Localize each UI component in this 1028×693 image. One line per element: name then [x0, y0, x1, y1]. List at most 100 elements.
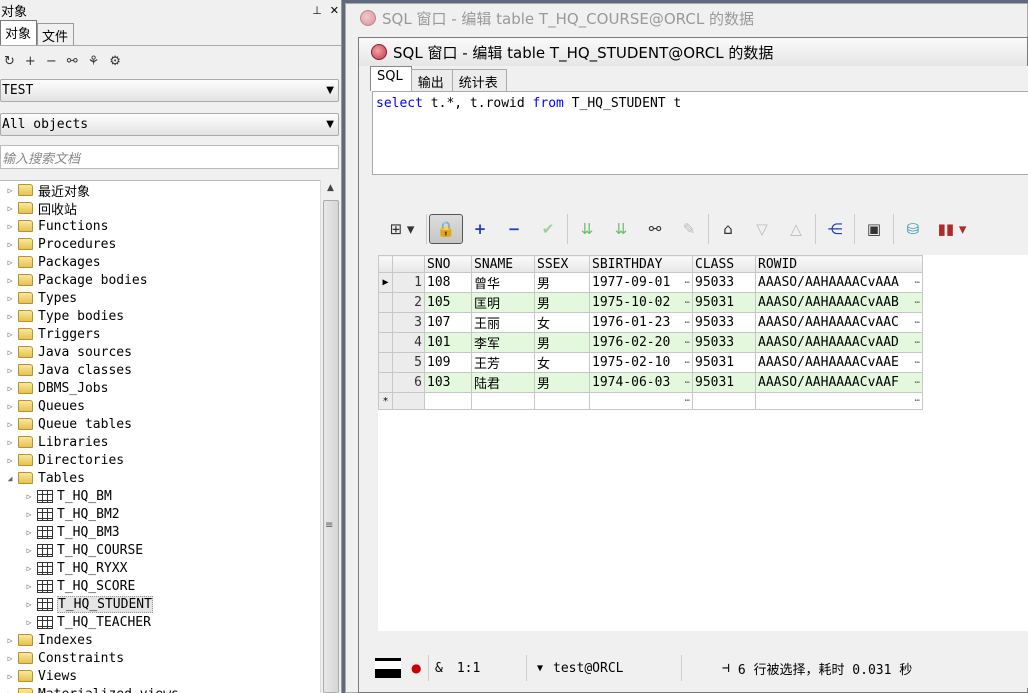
tree-item-folder[interactable]: ▷ Queue tables	[0, 415, 320, 433]
column-header[interactable]: SNO	[424, 255, 472, 273]
lock-icon[interactable]: 🔒	[429, 214, 463, 244]
grid-cell[interactable]: 108	[424, 272, 472, 293]
expand-icon[interactable]: ▷	[24, 600, 34, 609]
table-row[interactable]: 2 105 匡明 男 1975-10-02 ⋯ 95031 AAASO/AAHAAAACvAA…	[378, 292, 923, 313]
tree-item-folder[interactable]: ▷ 最近对象	[0, 181, 320, 200]
grid-cell[interactable]: AAASO/AAHAAAACvAAF ⋯	[755, 372, 923, 393]
last-page-icon[interactable]: ⇊	[604, 214, 638, 244]
ellipsis-button[interactable]: ⋯	[912, 396, 920, 406]
tree-item-folder[interactable]: ▷ Type bodies	[0, 307, 320, 325]
collapse-icon[interactable]: ◢	[5, 474, 15, 483]
export-icon[interactable]: ⛁	[896, 214, 930, 244]
grid-cell[interactable]: 陆君	[471, 372, 535, 393]
expand-icon[interactable]: ▷	[5, 420, 15, 429]
tree-item-folder[interactable]: ▷ Directories	[0, 451, 320, 469]
expand-icon[interactable]: ▷	[5, 258, 15, 267]
expand-icon[interactable]: ▷	[24, 528, 34, 537]
expand-icon[interactable]: ▷	[5, 654, 15, 663]
background-window-titlebar[interactable]: SQL 窗口 - 编辑 table T_HQ_COURSE@ORCL 的数据	[346, 4, 1027, 32]
tree-item-folder[interactable]: ◢ Tables	[0, 469, 320, 487]
scroll-thumb[interactable]	[323, 200, 339, 693]
tree-item-folder[interactable]: ▷ Procedures	[0, 235, 320, 253]
ellipsis-button[interactable]: ⋯	[682, 318, 690, 328]
link-icon[interactable]: ⋲	[818, 214, 852, 244]
tab-statistics[interactable]: 统计表	[451, 69, 507, 91]
grid-cell[interactable]	[692, 392, 756, 410]
expand-icon[interactable]: ▷	[24, 582, 34, 591]
scroll-up-icon[interactable]: ▲	[321, 180, 340, 198]
table-row[interactable]: 3 107 王丽 女 1976-01-23 ⋯ 95033 AAASO/AAHAAAACvAA…	[378, 312, 923, 333]
tree-item-table[interactable]: ▷ T_HQ_TEACHER	[0, 613, 320, 631]
column-header[interactable]: SNAME	[471, 255, 535, 273]
user-combo[interactable]: TEST ▼	[0, 79, 339, 102]
grid-cell[interactable]: AAASO/AAHAAAACvAAC ⋯	[755, 312, 923, 333]
add-icon[interactable]: +	[25, 54, 36, 69]
sql-editor[interactable]: select t.*, t.rowid from T_HQ_STUDENT t	[372, 91, 1028, 175]
grid-cell[interactable]: ⋯	[755, 392, 923, 410]
expand-icon[interactable]: ▷	[5, 204, 15, 213]
grid-cell[interactable]: AAASO/AAHAAAACvAAA ⋯	[755, 272, 923, 293]
tree-item-folder[interactable]: ▷ Java sources	[0, 343, 320, 361]
grid-cell[interactable]: 男	[534, 272, 590, 293]
save-icon[interactable]: ▣	[857, 214, 891, 244]
grid-cell[interactable]: 107	[424, 312, 472, 333]
tree-item-table[interactable]: ▷ T_HQ_BM2	[0, 505, 320, 523]
column-header[interactable]: CLASS	[692, 255, 756, 273]
result-grid[interactable]: SNO SNAME SSEX SBIRTHDAY CLASS ROWID ▶ 1 1…	[378, 255, 923, 410]
expand-icon[interactable]: ▷	[5, 186, 15, 195]
ellipsis-button[interactable]: ⋯	[912, 358, 920, 368]
column-header[interactable]: SBIRTHDAY	[589, 255, 693, 273]
table-row[interactable]: ▶ 1 108 曾华 男 1977-09-01 ⋯ 95033 AAASO/AAHAAAACvA…	[378, 272, 923, 293]
refresh-icon[interactable]: ↻	[4, 54, 15, 69]
expand-icon[interactable]: ▷	[24, 546, 34, 555]
filter-icon[interactable]: ⚘	[88, 54, 100, 69]
query-by-example-icon[interactable]: ⌂	[711, 214, 745, 244]
grid-cell[interactable]: AAASO/AAHAAAACvAAE ⋯	[755, 352, 923, 373]
grid-cell[interactable]: 男	[534, 292, 590, 313]
filter-combo[interactable]: All objects ▼	[0, 113, 339, 136]
ellipsis-button[interactable]: ⋯	[682, 396, 690, 406]
ellipsis-button[interactable]: ⋯	[912, 278, 920, 288]
connection-selector[interactable]: ▼ test@ORCL	[527, 655, 682, 681]
grid-cell[interactable]: 1975-02-10 ⋯	[589, 352, 693, 373]
grid-cell[interactable]: 匡明	[471, 292, 535, 313]
ellipsis-button[interactable]: ⋯	[682, 378, 690, 388]
grid-cell[interactable]: 109	[424, 352, 472, 373]
tree-item-folder[interactable]: ▷ Functions	[0, 217, 320, 235]
tree-item-folder[interactable]: ▷ Views	[0, 667, 320, 685]
new-row[interactable]: * ⋯ ⋯	[378, 392, 923, 410]
remove-icon[interactable]: −	[46, 54, 57, 69]
chart-icon[interactable]: ▮▮ ▾	[930, 214, 974, 244]
tree-item-table[interactable]: ▷ T_HQ_BM	[0, 487, 320, 505]
expand-icon[interactable]: ▷	[24, 618, 34, 627]
close-icon[interactable]: ✕	[330, 4, 339, 17]
tree-item-table[interactable]: ▷ T_HQ_SCORE	[0, 577, 320, 595]
grid-cell[interactable]: AAASO/AAHAAAACvAAB ⋯	[755, 292, 923, 313]
grid-cell[interactable]: 女	[534, 352, 590, 373]
pin-icon[interactable]: ⊥	[312, 4, 322, 17]
expand-icon[interactable]: ▷	[5, 636, 15, 645]
expand-icon[interactable]: ▷	[5, 276, 15, 285]
expand-icon[interactable]: ▷	[5, 384, 15, 393]
column-header[interactable]: SSEX	[534, 255, 590, 273]
tree-scrollbar[interactable]: ▲ ≡	[320, 180, 340, 693]
grid-cell[interactable]: 李军	[471, 332, 535, 353]
find-icon[interactable]: ⚯	[638, 214, 672, 244]
next-page-icon[interactable]: ⇊	[570, 214, 604, 244]
grid-cell[interactable]	[471, 392, 535, 410]
expand-icon[interactable]: ▷	[5, 402, 15, 411]
grid-cell[interactable]: 95033	[692, 332, 756, 353]
grid-cell[interactable]: 1974-06-03 ⋯	[589, 372, 693, 393]
table-row[interactable]: 5 109 王芳 女 1975-02-10 ⋯ 95031 AAASO/AAHAAAACvAA…	[378, 352, 923, 373]
grid-cell[interactable]: AAASO/AAHAAAACvAAD ⋯	[755, 332, 923, 353]
grid-cell[interactable]: 95031	[692, 372, 756, 393]
post-changes-icon[interactable]: ✔	[531, 214, 565, 244]
grid-cell[interactable]: 王丽	[471, 312, 535, 333]
tab-sql[interactable]: SQL	[370, 66, 412, 91]
tree-item-folder[interactable]: ▷ 回收站	[0, 199, 320, 218]
grid-cell[interactable]: 男	[534, 332, 590, 353]
table-row[interactable]: 4 101 李军 男 1976-02-20 ⋯ 95033 AAASO/AAHAAAACvAA…	[378, 332, 923, 353]
window-titlebar[interactable]: SQL 窗口 - 编辑 table T_HQ_STUDENT@ORCL 的数据	[359, 38, 1027, 66]
clear-icon[interactable]: ✎	[672, 214, 706, 244]
grid-cell[interactable]: 男	[534, 372, 590, 393]
